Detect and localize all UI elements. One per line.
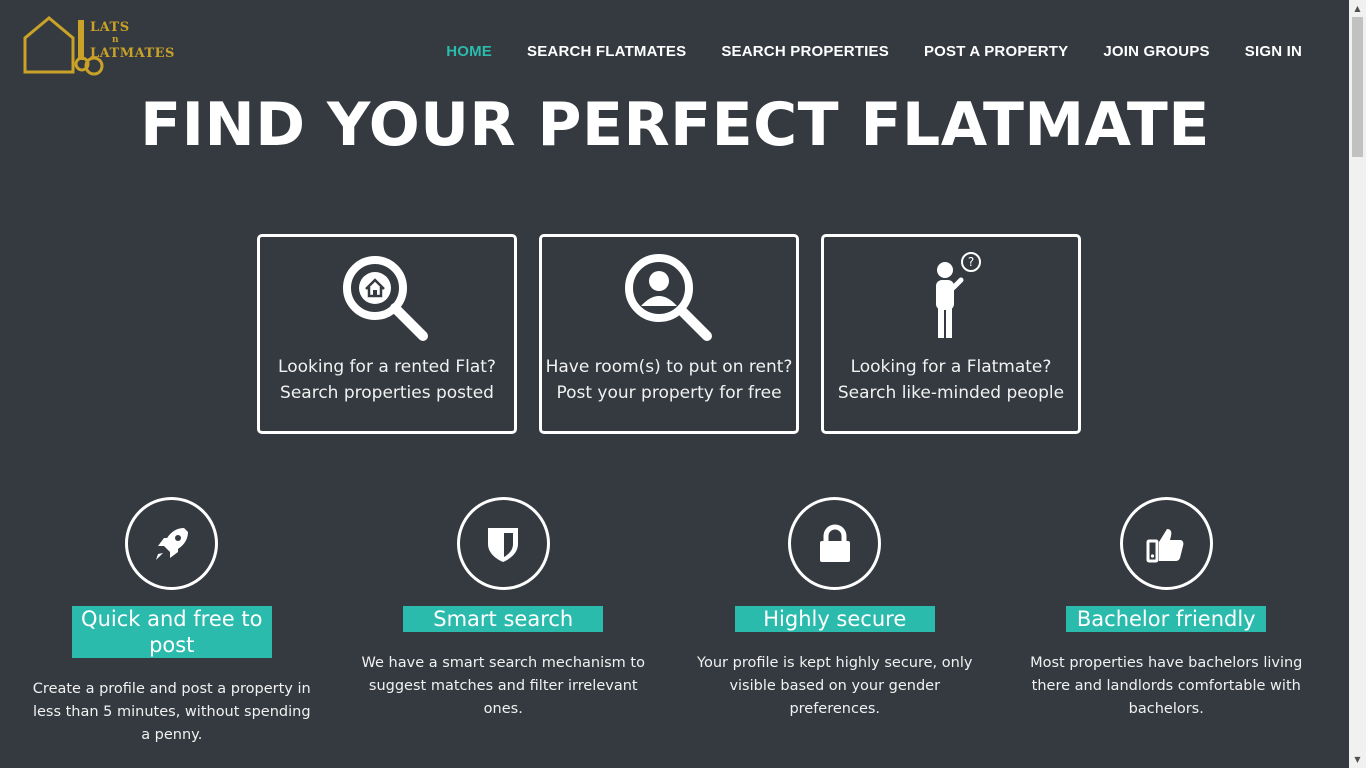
feature-bachelor-friendly: Bachelor friendly Most properties have b… (1001, 497, 1333, 747)
rocket-icon (155, 527, 188, 560)
svg-text:?: ? (968, 255, 974, 269)
feature-description: We have a smart search mechanism to sugg… (361, 655, 645, 717)
logo-line-3: LATMATES (90, 46, 175, 61)
feature-icon-circle (456, 497, 550, 590)
logo-line-2: n (112, 35, 120, 45)
feature-title: Quick and free to post (71, 606, 272, 658)
scroll-up-arrow-icon[interactable]: ▲ (1349, 0, 1366, 17)
card-search-flat[interactable]: Looking for a rented Flat? Search proper… (257, 234, 517, 434)
feature-title: Smart search (403, 606, 604, 632)
nav-home[interactable]: HOME (446, 43, 492, 60)
card-line-1: Looking for a rented Flat? (278, 357, 496, 377)
card-line-2: Search properties posted (280, 383, 494, 403)
features-row: Quick and free to post Create a profile … (6, 497, 1332, 747)
card-line-1: Have room(s) to put on rent? (545, 357, 793, 377)
page-scrollbar[interactable]: ▲ ▼ (1349, 0, 1366, 768)
nav-post-property[interactable]: POST A PROPERTY (924, 43, 1068, 60)
feature-description: Your profile is kept highly secure, only… (697, 655, 973, 717)
feature-icon-circle (788, 497, 882, 590)
feature-quick-free: Quick and free to post Create a profile … (6, 497, 338, 747)
card-line-1: Looking for a Flatmate? (850, 357, 1052, 377)
nav-join-groups[interactable]: JOIN GROUPS (1103, 43, 1209, 60)
card-line-2: Post your property for free (556, 383, 782, 403)
main-nav: HOME SEARCH FLATMATES SEARCH PROPERTIES … (446, 43, 1302, 60)
feature-description: Create a profile and post a property in … (32, 681, 311, 743)
feature-description: Most properties have bachelors living th… (1030, 655, 1303, 717)
thinking-person-icon: ? (936, 252, 981, 338)
feature-icon-circle (1119, 497, 1213, 590)
shield-icon (488, 527, 519, 562)
feature-secure: Highly secure Your profile is kept highl… (669, 497, 1001, 747)
feature-title: Bachelor friendly (1066, 606, 1267, 632)
card-line-2: Search like-minded people (837, 383, 1065, 403)
card-find-flatmate[interactable]: ? Looking for a Flatmate? Search like-mi… (821, 234, 1081, 434)
feature-smart-search: Smart search We have a smart search mech… (338, 497, 670, 747)
scroll-down-arrow-icon[interactable]: ▼ (1349, 751, 1366, 768)
action-cards: Looking for a rented Flat? Search proper… (257, 234, 1081, 434)
feature-title: Highly secure (734, 606, 935, 632)
house-search-icon (343, 256, 428, 341)
lock-icon (819, 524, 850, 562)
nav-sign-in[interactable]: SIGN IN (1245, 43, 1302, 60)
hero-title: FIND YOUR PERFECT FLATMATE (140, 90, 1210, 160)
nav-search-properties[interactable]: SEARCH PROPERTIES (721, 43, 889, 60)
nav-search-flatmates[interactable]: SEARCH FLATMATES (527, 43, 686, 60)
feature-icon-circle (125, 497, 219, 590)
scrollbar-thumb[interactable] (1352, 17, 1363, 157)
thumbs-up-icon (1146, 528, 1184, 562)
person-search-icon (625, 254, 712, 341)
card-post-property[interactable]: Have room(s) to put on rent? Post your p… (539, 234, 799, 434)
site-logo[interactable]: LATS n LATMATES (22, 14, 175, 80)
logo-line-1: LATS (90, 20, 130, 35)
